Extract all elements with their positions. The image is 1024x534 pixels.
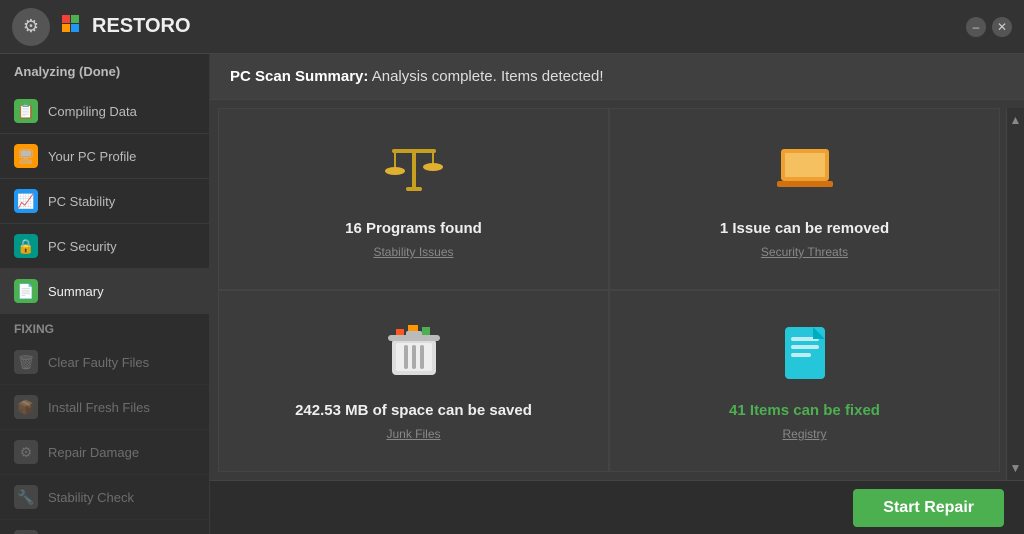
repair-damage-icon: ⚙ <box>14 440 38 464</box>
programs-found-value: 16 Programs found <box>345 220 482 237</box>
sidebar: Analyzing (Done) 📋 Compiling Data 🖥 Your… <box>0 54 210 534</box>
window-controls: – ✕ <box>966 17 1012 37</box>
top-bar-left: ⚙ RESTORO <box>12 8 191 46</box>
scroll-down-arrow[interactable]: ▼ <box>1008 460 1024 476</box>
security-threats-link[interactable]: Security Threats <box>761 245 848 259</box>
security-check-icon: 🔒 <box>14 530 38 534</box>
scroll-arrows: ▲ ▼ <box>1006 108 1024 480</box>
your-pc-profile-icon: 🖥 <box>14 144 38 168</box>
sidebar-item-label: Stability Check <box>48 490 134 505</box>
space-saved-value: 242.53 MB of space can be saved <box>295 402 532 419</box>
gear-icon[interactable]: ⚙ <box>12 8 50 46</box>
cards-grid: 16 Programs found Stability Issues 1 Iss… <box>218 108 1000 472</box>
sidebar-item-label: PC Stability <box>48 194 115 209</box>
sidebar-item-label: Your PC Profile <box>48 149 136 164</box>
main-layout: Analyzing (Done) 📋 Compiling Data 🖥 Your… <box>0 54 1024 534</box>
pc-security-icon: 🔒 <box>14 234 38 258</box>
laptop-icon <box>773 139 837 212</box>
minimize-button[interactable]: – <box>966 17 986 37</box>
compiling-data-icon: 📋 <box>14 99 38 123</box>
content-area: PC Scan Summary: Analysis complete. Item… <box>210 54 1024 534</box>
header-text: Analysis complete. Items detected! <box>368 68 603 85</box>
sidebar-item-pc-security[interactable]: 🔒 PC Security <box>0 224 209 269</box>
pc-stability-icon: 📈 <box>14 189 38 213</box>
sidebar-item-label: Compiling Data <box>48 104 137 119</box>
issue-removed-value: 1 Issue can be removed <box>720 220 889 237</box>
summary-icon: 📄 <box>14 279 38 303</box>
stability-issues-link[interactable]: Stability Issues <box>373 245 453 259</box>
registry-link[interactable]: Registry <box>782 427 826 441</box>
app-name: RESTORO <box>92 15 191 38</box>
junk-files-link[interactable]: Junk Files <box>386 427 440 441</box>
fixing-label: Fixing <box>0 314 209 340</box>
sidebar-item-compiling-data[interactable]: 📋 Compiling Data <box>0 89 209 134</box>
sidebar-item-label: Clear Faulty Files <box>48 355 149 370</box>
sidebar-item-label: PC Security <box>48 239 117 254</box>
sidebar-item-summary[interactable]: 📄 Summary <box>0 269 209 314</box>
header-bold: PC Scan Summary: <box>230 68 368 85</box>
sidebar-item-label: Install Fresh Files <box>48 400 150 415</box>
card-issue-removed: 1 Issue can be removed Security Threats <box>610 109 999 289</box>
sidebar-item-pc-stability[interactable]: 📈 PC Stability <box>0 179 209 224</box>
bottom-bar: Start Repair <box>210 480 1024 534</box>
card-space-saved: 242.53 MB of space can be saved Junk Fil… <box>219 291 608 471</box>
sidebar-item-stability-check: 🔧 Stability Check <box>0 475 209 520</box>
sidebar-item-install-fresh-files: 📦 Install Fresh Files <box>0 385 209 430</box>
sidebar-item-your-pc-profile[interactable]: 🖥 Your PC Profile <box>0 134 209 179</box>
sidebar-item-label: Summary <box>48 284 104 299</box>
scales-icon <box>382 139 446 212</box>
sidebar-analyzing-label: Analyzing (Done) <box>0 54 209 89</box>
card-items-fixed: 41 Items can be fixed Registry <box>610 291 999 471</box>
card-programs-found: 16 Programs found Stability Issues <box>219 109 608 289</box>
sidebar-item-security-check: 🔒 Security check <box>0 520 209 534</box>
sidebar-item-repair-damage: ⚙ Repair Damage <box>0 430 209 475</box>
clear-faulty-files-icon: 🗑 <box>14 350 38 374</box>
scroll-up-arrow[interactable]: ▲ <box>1008 112 1024 128</box>
trash-icon <box>382 321 446 394</box>
items-fixed-value: 41 Items can be fixed <box>729 402 880 419</box>
start-repair-button[interactable]: Start Repair <box>853 489 1004 527</box>
sidebar-item-clear-faulty-files: 🗑 Clear Faulty Files <box>0 340 209 385</box>
document-icon <box>773 321 837 394</box>
app-logo: RESTORO <box>62 15 191 39</box>
install-fresh-files-icon: 📦 <box>14 395 38 419</box>
sidebar-item-label: Repair Damage <box>48 445 139 460</box>
top-bar: ⚙ RESTORO – ✕ <box>0 0 1024 54</box>
close-button[interactable]: ✕ <box>992 17 1012 37</box>
restoro-logo-icon <box>62 15 86 39</box>
stability-check-icon: 🔧 <box>14 485 38 509</box>
content-header: PC Scan Summary: Analysis complete. Item… <box>210 54 1024 100</box>
